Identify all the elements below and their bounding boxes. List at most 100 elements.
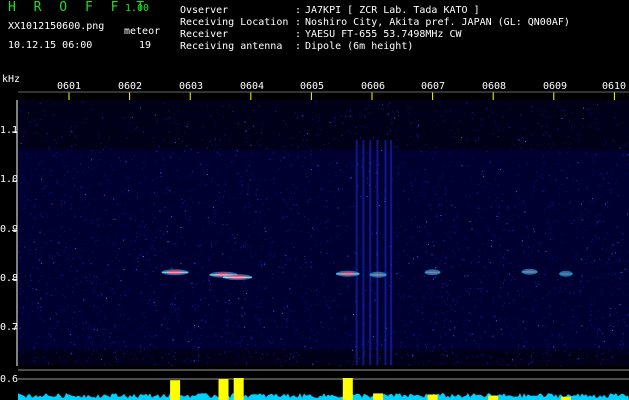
noise-pixel [569,321,571,323]
noise-pixel [153,302,155,304]
noise-pixel [339,181,341,183]
noise-pixel [56,313,58,315]
noise-pixel [68,259,70,261]
noise-pixel [128,190,130,192]
noise-pixel [21,197,23,199]
noise-pixel [208,259,210,261]
noise-pixel [198,354,200,356]
noise-pixel [65,165,67,166]
noise-pixel [594,344,596,346]
noise-pixel [219,191,221,193]
noise-pixel [395,261,397,263]
noise-pixel [448,295,450,297]
noise-pixel [319,291,321,293]
noise-pixel [381,344,382,346]
noise-pixel [557,105,559,107]
noise-pixel [410,182,412,184]
noise-pixel [148,294,150,296]
noise-pixel [35,149,37,151]
noise-pixel [255,211,257,213]
noise-pixel [619,260,621,262]
noise-pixel [371,300,373,302]
noise-pixel [246,292,247,294]
noise-pixel [146,258,148,260]
noise-pixel [422,295,424,297]
noise-pixel [510,262,512,264]
noise-pixel [430,298,432,299]
noise-pixel [117,270,119,272]
noise-pixel [294,112,296,113]
noise-pixel [29,121,31,123]
noise-pixel [585,152,587,154]
noise-pixel [172,339,174,341]
noise-pixel [522,200,524,202]
noise-pixel [559,187,561,188]
noise-pixel [234,242,236,244]
noise-pixel [114,324,116,326]
noise-pixel [603,144,605,146]
noise-pixel [43,188,45,190]
noise-pixel [554,288,556,290]
noise-pixel [364,108,366,110]
noise-pixel [552,204,554,206]
interference-stripe [376,140,379,365]
noise-pixel [547,116,548,118]
noise-pixel [118,259,120,261]
noise-pixel [326,252,328,254]
noise-pixel [201,267,203,268]
noise-pixel [290,165,292,167]
noise-pixel [556,256,558,258]
noise-pixel [583,107,584,109]
noise-pixel [396,235,398,237]
noise-pixel [80,195,82,197]
noise-pixel [533,352,535,354]
noise-pixel [128,318,130,320]
noise-pixel [582,126,584,128]
noise-pixel [327,143,329,144]
noise-pixel [366,182,368,184]
noise-pixel [524,210,526,212]
noise-pixel [457,213,458,215]
noise-pixel [469,320,470,322]
freq-tick-label: 1.0 [0,174,19,185]
noise-pixel [471,111,473,113]
noise-pixel [550,227,552,229]
noise-pixel [398,115,400,117]
noise-pixel [495,178,496,180]
noise-pixel [502,365,504,366]
noise-pixel [571,112,573,114]
noise-pixel [128,288,130,290]
noise-pixel [22,333,24,335]
noise-pixel [170,262,172,264]
noise-pixel [289,288,291,290]
noise-pixel [160,172,162,174]
noise-pixel [206,355,207,356]
noise-pixel [393,117,395,119]
noise-pixel [90,343,92,345]
noise-pixel [490,110,492,112]
noise-pixel [88,356,90,358]
noise-pixel [466,137,468,139]
noise-pixel [217,211,219,213]
noise-pixel [351,332,353,333]
noise-pixel [21,313,23,315]
noise-pixel [364,350,366,352]
noise-pixel [38,336,40,338]
noise-pixel [140,253,142,255]
noise-pixel [353,205,355,207]
noise-pixel [495,320,497,322]
noise-pixel [350,206,351,208]
noise-pixel [351,364,353,366]
noise-pixel [445,193,446,195]
noise-pixel [238,123,240,125]
noise-pixel [436,147,437,148]
noise-pixel [480,125,482,127]
noise-pixel [167,328,169,330]
noise-pixel [509,303,511,304]
noise-pixel [625,325,627,326]
noise-pixel [470,272,472,274]
noise-pixel [479,217,481,218]
noise-pixel [137,270,139,272]
noise-pixel [121,191,123,193]
noise-pixel [240,247,242,248]
